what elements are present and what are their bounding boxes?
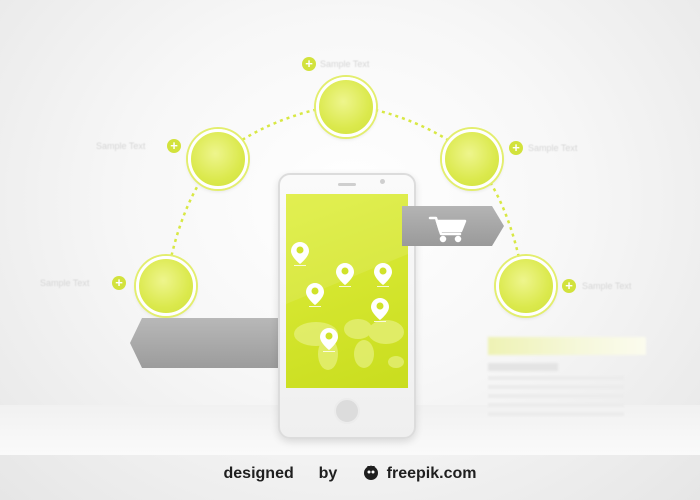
node-circle-upper-left[interactable] bbox=[188, 129, 248, 189]
location-pin-icon[interactable] bbox=[291, 242, 309, 266]
credit-line: designed by freepik.com bbox=[0, 463, 700, 483]
phone-camera bbox=[380, 179, 385, 184]
location-pin-icon[interactable] bbox=[336, 263, 354, 287]
node-circle-lower-right[interactable] bbox=[496, 256, 556, 316]
location-pin-icon[interactable] bbox=[374, 263, 392, 287]
plus-icon[interactable]: + bbox=[112, 276, 126, 290]
node-circle-top[interactable] bbox=[316, 77, 376, 137]
blurred-line bbox=[488, 394, 624, 398]
node-circle-upper-right[interactable] bbox=[442, 129, 502, 189]
node-label-lower-left: Sample Text bbox=[40, 278, 90, 288]
cart-arrow-tab[interactable] bbox=[402, 206, 504, 246]
left-arrow-tab[interactable] bbox=[130, 318, 292, 368]
location-pin-icon[interactable] bbox=[320, 328, 338, 352]
plus-icon[interactable]: + bbox=[562, 279, 576, 293]
location-pin-icon[interactable] bbox=[371, 298, 389, 322]
blurred-line bbox=[488, 376, 624, 380]
location-pin-icon[interactable] bbox=[306, 283, 324, 307]
node-circle-lower-left[interactable] bbox=[136, 256, 196, 316]
credit-by: by bbox=[318, 465, 338, 482]
freepik-logo-icon bbox=[364, 465, 379, 480]
blurred-subtitle bbox=[488, 363, 558, 371]
credit-designed: designed bbox=[223, 465, 294, 482]
blurred-line bbox=[488, 412, 624, 416]
blurred-text-block bbox=[488, 337, 648, 416]
phone-speaker bbox=[338, 183, 356, 186]
plus-icon[interactable]: + bbox=[509, 141, 523, 155]
plus-icon[interactable]: + bbox=[167, 139, 181, 153]
node-label-upper-right: Sample Text bbox=[528, 143, 578, 153]
smartphone bbox=[278, 173, 416, 439]
blurred-line bbox=[488, 403, 624, 407]
world-map bbox=[286, 194, 408, 370]
node-label-upper-left: Sample Text bbox=[96, 141, 146, 151]
home-button[interactable] bbox=[334, 398, 360, 424]
plus-icon[interactable]: + bbox=[302, 57, 316, 71]
blurred-line bbox=[488, 385, 624, 389]
node-label-top: Sample Text bbox=[320, 59, 370, 69]
blurred-title bbox=[488, 337, 646, 355]
credit-brand[interactable]: freepik.com bbox=[387, 465, 477, 482]
node-label-lower-right: Sample Text bbox=[582, 281, 632, 291]
phone-screen bbox=[286, 194, 408, 388]
